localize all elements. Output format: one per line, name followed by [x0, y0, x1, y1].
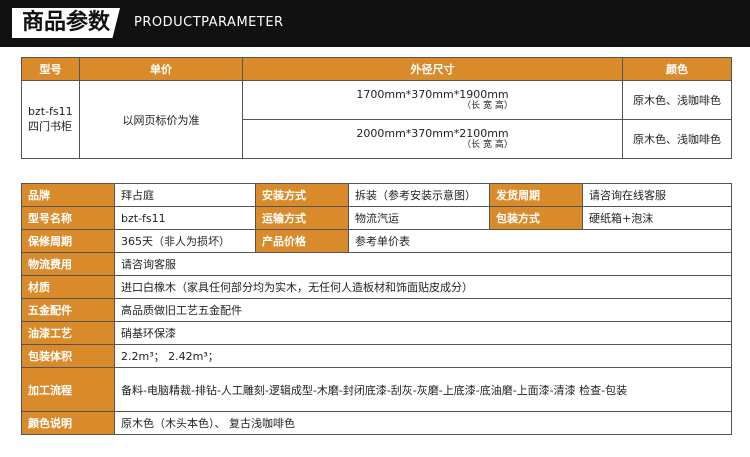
section-title: 商品参数: [12, 8, 121, 38]
section-subtitle: PRODUCTPARAMETER: [134, 15, 284, 30]
table-row: 材质 进口白橡木（家具任何部分均为实木，无任何人造板材和饰面贴皮成分）: [21, 275, 732, 299]
model-label: 型号名称: [21, 206, 115, 230]
pack-value: 硬纸箱+泡沫: [582, 206, 732, 230]
hardware-value: 高品质做旧工艺五金配件: [114, 298, 732, 322]
model-value: bzt-fs11: [114, 206, 256, 230]
warranty-label: 保修周期: [21, 229, 115, 253]
volume-label: 包装体积: [21, 344, 115, 368]
material-value: 进口白橡木（家具任何部分均为实木，无任何人造板材和饰面贴皮成分）: [114, 275, 732, 299]
warranty-value: 365天（非人为损坏）: [114, 229, 256, 253]
table-row: 型号名称 bzt-fs11 运输方式 物流汽运 包装方式 硬纸箱+泡沫: [21, 206, 732, 230]
pack-label: 包装方式: [489, 206, 583, 230]
price-label: 产品价格: [255, 229, 349, 253]
color-label: 颜色说明: [21, 411, 115, 435]
table-row: 品牌 拜占庭 安装方式 拆装（参考安装示意图） 发货周期 请咨询在线客服: [21, 183, 732, 207]
header-banner: 商品参数 PRODUCTPARAMETER: [0, 0, 750, 47]
size-table-header: 型号 单价 外径尺寸 颜色: [21, 57, 732, 81]
brand-value: 拜占庭: [114, 183, 256, 207]
transport-label: 运输方式: [255, 206, 349, 230]
logistics-label: 物流费用: [21, 252, 115, 276]
size-cell: 1700mm*370mm*1900mm （长 宽 高）: [242, 80, 623, 120]
size-value: 1700mm*370mm*1900mm: [356, 88, 509, 101]
size-value: 2000mm*370mm*2100mm: [356, 127, 509, 140]
material-label: 材质: [21, 275, 115, 299]
color-value: 原木色（木头本色）、 复古浅咖啡色: [114, 411, 732, 435]
header-model: 型号: [21, 57, 80, 81]
process-value: 备料-电脑精裁-排钻-人工雕刻-逻辑成型-木磨-封闭底漆-刮灰-灰磨-上底漆-底…: [114, 367, 732, 412]
table-row: 加工流程 备料-电脑精裁-排钻-人工雕刻-逻辑成型-木磨-封闭底漆-刮灰-灰磨-…: [21, 367, 732, 412]
spec-table: 品牌 拜占庭 安装方式 拆装（参考安装示意图） 发货周期 请咨询在线客服 型号名…: [21, 183, 732, 435]
size-price-table: 型号 单价 外径尺寸 颜色 bzt-fs11 四门书柜 以网页标价为准 1700…: [21, 57, 732, 159]
size-note: （长 宽 高）: [462, 140, 513, 150]
size-cell: 2000mm*370mm*2100mm （长 宽 高）: [242, 119, 623, 159]
color-cell: 原木色、浅咖啡色: [622, 80, 732, 120]
color-cell: 原木色、浅咖啡色: [622, 119, 732, 159]
process-label: 加工流程: [21, 367, 115, 412]
header-size: 外径尺寸: [242, 57, 623, 81]
brand-label: 品牌: [21, 183, 115, 207]
price-value: 参考单价表: [348, 229, 732, 253]
price-cell: 以网页标价为准: [79, 80, 243, 159]
install-value: 拆装（参考安装示意图）: [348, 183, 490, 207]
table-row: 保修周期 365天（非人为损坏） 产品价格 参考单价表: [21, 229, 732, 253]
logistics-value: 请咨询客服: [114, 252, 732, 276]
volume-value: 2.2m³； 2.42m³；: [114, 344, 732, 368]
header-price: 单价: [79, 57, 243, 81]
size-note: （长 宽 高）: [462, 101, 513, 111]
transport-value: 物流汽运: [348, 206, 490, 230]
install-label: 安装方式: [255, 183, 349, 207]
paint-label: 油漆工艺: [21, 321, 115, 345]
table-row: 五金配件 高品质做旧工艺五金配件: [21, 298, 732, 322]
table-row: 油漆工艺 硝基环保漆: [21, 321, 732, 345]
ship-value: 请咨询在线客服: [582, 183, 732, 207]
table-row: 包装体积 2.2m³； 2.42m³；: [21, 344, 732, 368]
table-row: 颜色说明 原木色（木头本色）、 复古浅咖啡色: [21, 411, 732, 435]
table-row: 物流费用 请咨询客服: [21, 252, 732, 276]
model-cell: bzt-fs11 四门书柜: [21, 80, 80, 159]
paint-value: 硝基环保漆: [114, 321, 732, 345]
header-color: 颜色: [622, 57, 732, 81]
ship-label: 发货周期: [489, 183, 583, 207]
hardware-label: 五金配件: [21, 298, 115, 322]
table-row: bzt-fs11 四门书柜 以网页标价为准 1700mm*370mm*1900m…: [21, 80, 732, 159]
